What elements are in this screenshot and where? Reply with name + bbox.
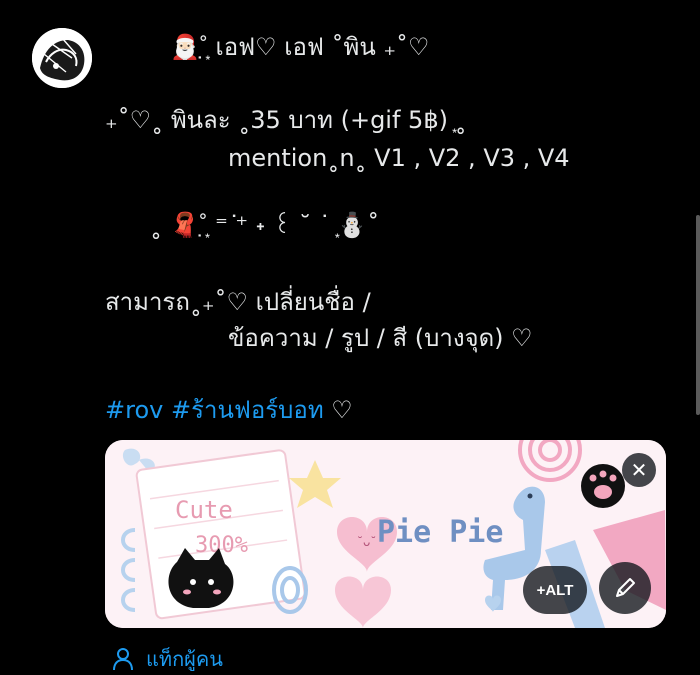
price-line: ₊˚♡˳ พินละ ˳35 บาท (+gif 5฿) ͙˳ xyxy=(105,106,467,134)
hashtag-suffix: ♡ xyxy=(331,396,353,424)
person-icon xyxy=(113,648,133,671)
alt-text-button[interactable]: +ALT xyxy=(523,566,587,614)
remove-media-button[interactable]: ✕ xyxy=(622,453,656,487)
attached-image[interactable]: Cute 300% ˘ᴗ˘ Pie Pie ✕ +ALT xyxy=(105,440,666,628)
sticker-cute-text: Cute xyxy=(175,496,233,524)
change-detail-line: ข้อความ / รูป / สี (บางจุด) ♡ xyxy=(228,324,533,352)
pencil-icon xyxy=(616,578,635,597)
svg-text:˘ᴗ˘: ˘ᴗ˘ xyxy=(357,535,376,549)
post-title: 🎅🏻˚̣̣̣͙ เอฟ♡ เอฟ ˚พิน ₊˚♡ xyxy=(170,33,430,61)
edit-media-button[interactable] xyxy=(599,562,651,614)
tag-people-label: แท็กผู้คน xyxy=(146,647,223,671)
mention-line: mention˳n˳ V1 , V2 , V3 , V4 xyxy=(228,144,570,172)
hashtag-line: #rov #ร้านฟอร์บอท ♡ xyxy=(105,395,353,425)
change-line: สามารถ˳₊˚♡ เปลี่ยนชื่อ / xyxy=(105,288,371,316)
avatar[interactable] xyxy=(32,28,92,88)
sticker-title-text: Pie Pie xyxy=(377,515,503,550)
scrollbar[interactable] xyxy=(696,215,700,415)
hashtag-rov[interactable]: #rov xyxy=(105,396,163,424)
hashtag-shop[interactable]: #ร้านฟอร์บอท xyxy=(171,396,324,424)
close-icon: ✕ xyxy=(630,458,648,482)
decoration-line: ˳ 🧣˚̣̣̣͙ ⁼ ͘⁺ ˖ ꒰ ˘ ˙ ͙⛄˚ xyxy=(150,211,380,239)
tag-people-button[interactable]: แท็กผู้คน xyxy=(110,643,223,675)
sticker-percent-text: 300% xyxy=(195,533,248,558)
